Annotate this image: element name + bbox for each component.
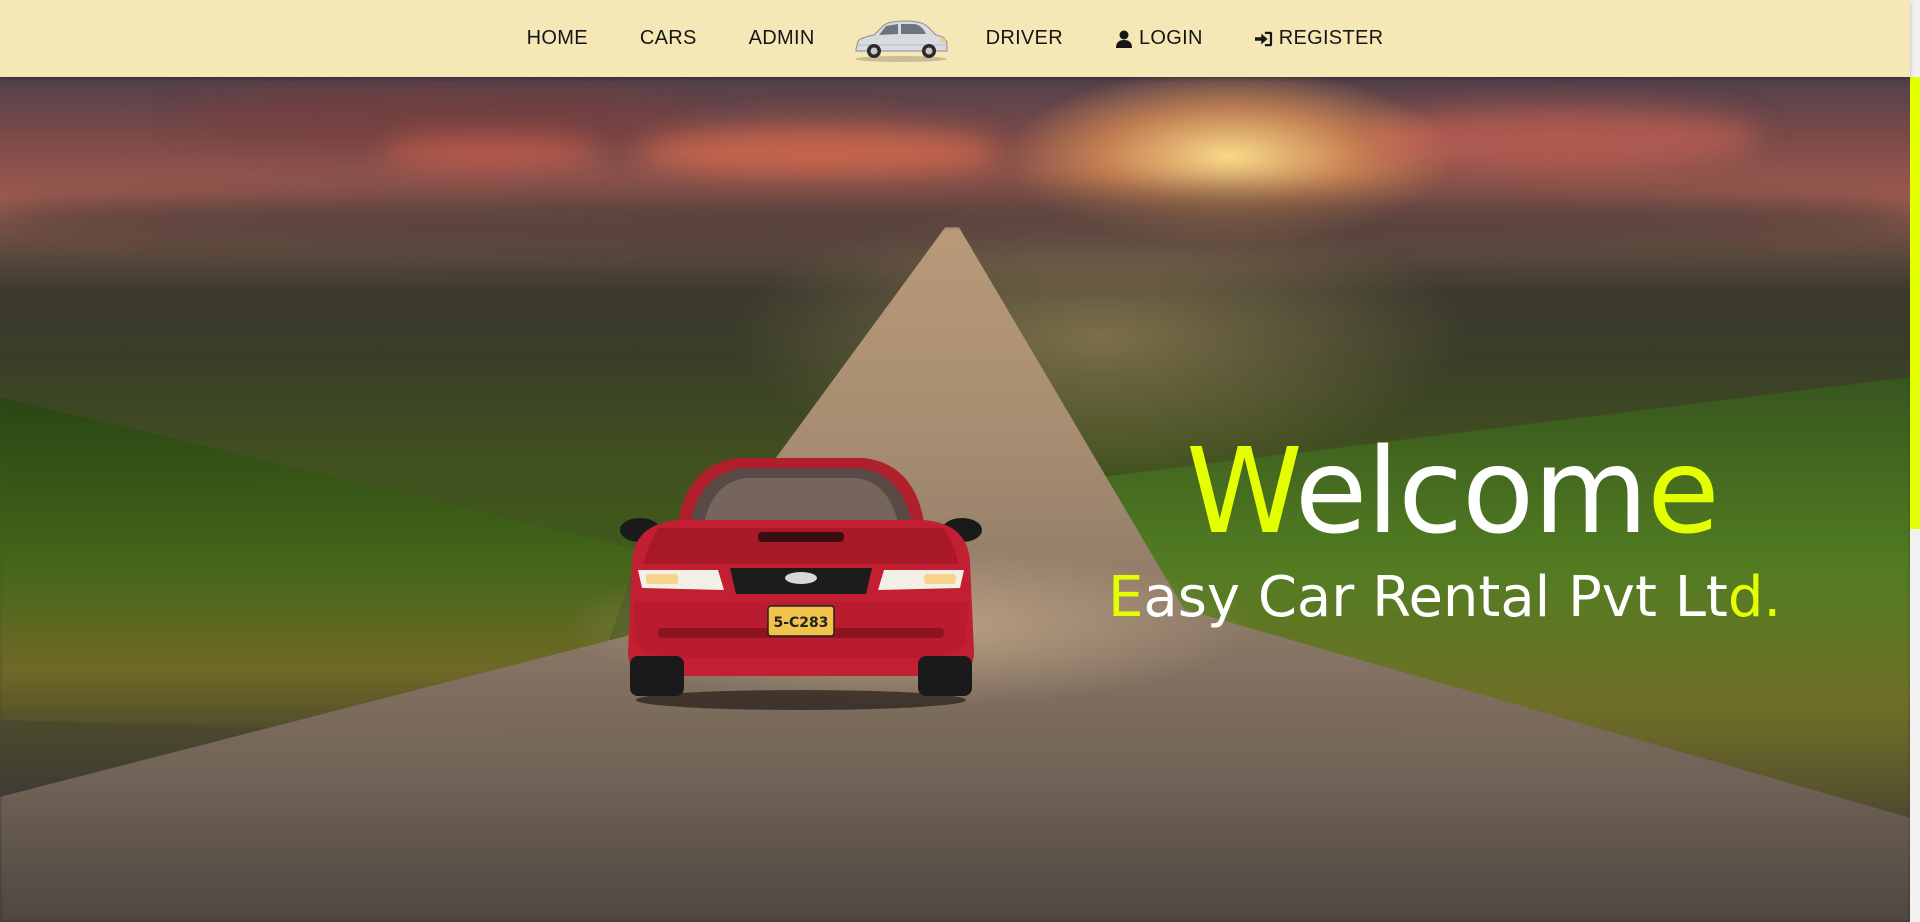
welcome-middle: elcom [1294,422,1648,560]
company-accent-last: d. [1727,565,1782,630]
welcome-accent-last: e [1647,422,1720,560]
scrollbar-thumb[interactable] [1910,77,1920,529]
welcome-accent-first: W [1186,422,1296,560]
nav-register-link[interactable]: REGISTER [1254,27,1384,50]
sky-cloud [380,137,600,167]
login-label: LOGIN [1138,27,1203,49]
company-middle: asy Car Rental Pvt Lt [1143,565,1728,630]
company-accent-first: E [1108,565,1144,630]
sky-cloud [1360,107,1760,167]
nav-admin-link[interactable]: ADMIN [749,27,815,50]
company-name: Easy Car Rental Pvt Ltd. [1108,570,1781,626]
car-logo-icon[interactable] [852,15,950,63]
nav-driver-link[interactable]: DRIVER [986,27,1063,50]
red-car-image: 5-C283 [620,458,982,710]
hero-banner: 5-C283 Welcome Easy Car Rental Pvt Ltd. [0,77,1910,922]
sign-in-icon [1254,29,1273,49]
sky-cloud [640,127,1000,177]
welcome-heading: Welcome [1186,432,1720,550]
user-icon [1115,29,1133,49]
svg-text:5-C283: 5-C283 [773,615,828,631]
nav-home-link[interactable]: HOME [527,27,588,50]
nav-login-link[interactable]: LOGIN [1115,27,1203,50]
nav-cars-link[interactable]: CARS [640,27,697,50]
navbar: HOME CARS ADMIN DRIVER LOGIN REGISTER [0,0,1910,77]
register-label: REGISTER [1278,27,1384,49]
